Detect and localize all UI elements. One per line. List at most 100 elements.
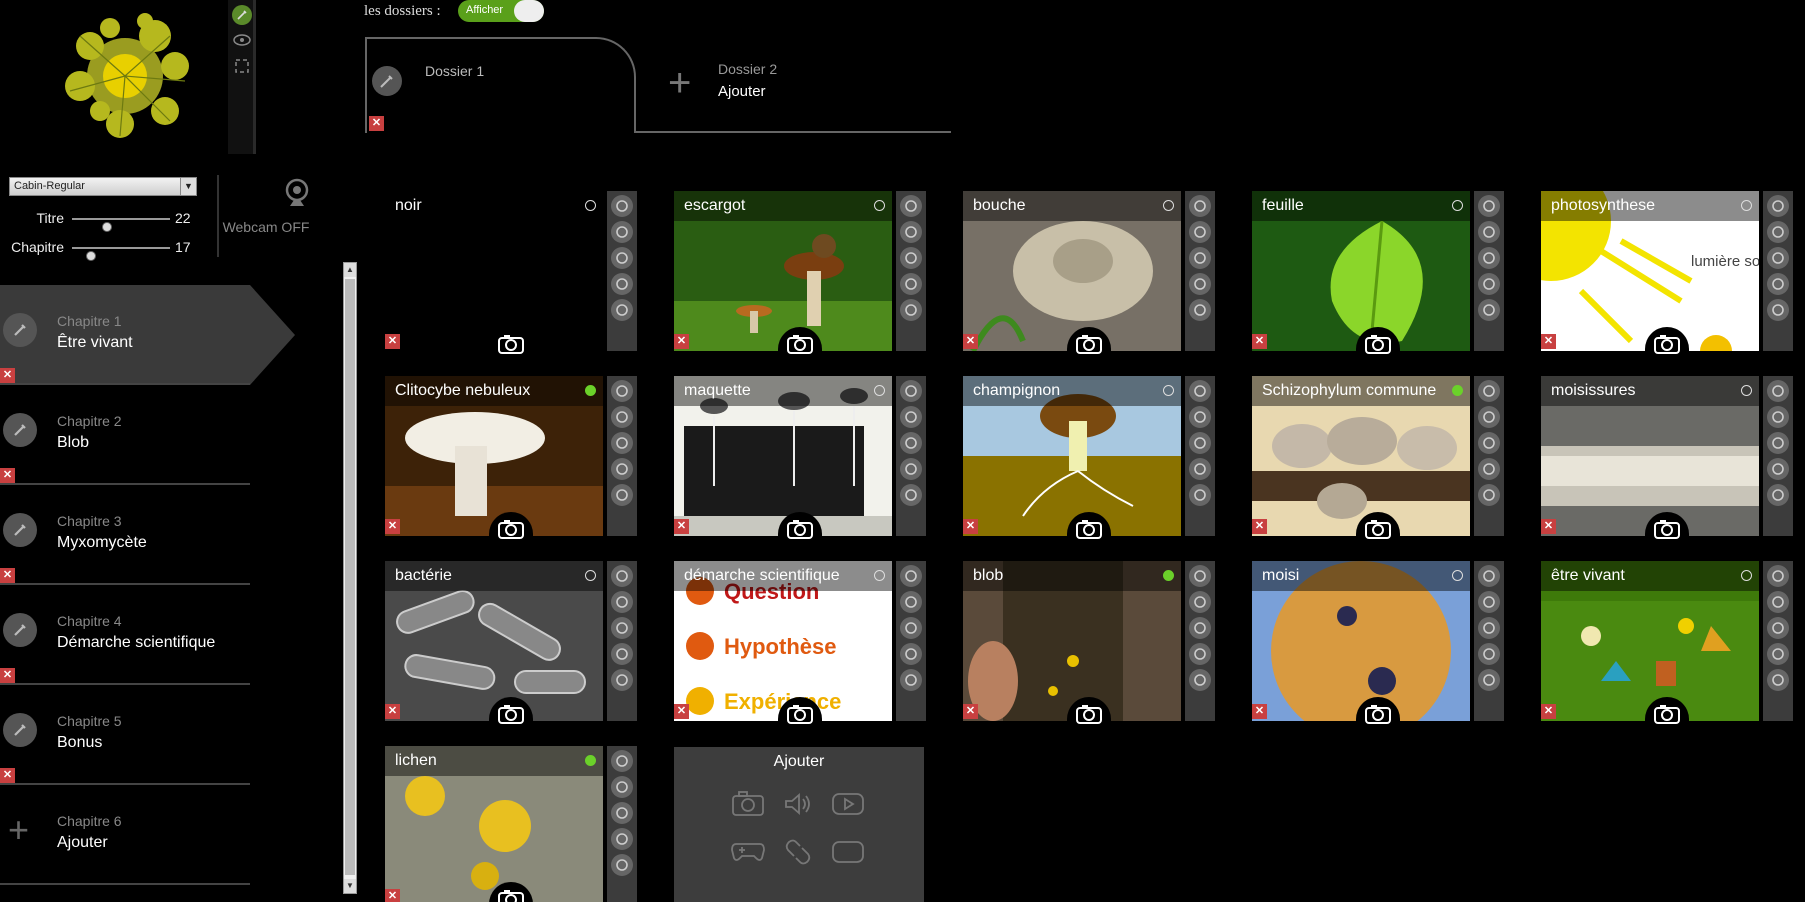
delete-icon[interactable]: ✕ [674, 334, 689, 349]
slider-thumb[interactable] [86, 251, 97, 261]
edit-icon[interactable] [900, 565, 922, 587]
edit-icon[interactable] [1767, 565, 1789, 587]
edit-icon[interactable] [1189, 565, 1211, 587]
pencil-icon[interactable] [1478, 406, 1500, 428]
status-dot[interactable] [874, 385, 885, 396]
settings-icon[interactable] [611, 669, 633, 691]
settings-icon[interactable] [1189, 484, 1211, 506]
fullscreen-icon[interactable] [900, 273, 922, 295]
status-dot[interactable] [1163, 200, 1174, 211]
delete-icon[interactable]: ✕ [385, 889, 400, 902]
edit-icon[interactable] [1767, 380, 1789, 402]
media-card[interactable]: Schizophylum commune ✕ [1252, 376, 1504, 546]
link-icon[interactable] [778, 837, 818, 867]
status-dot[interactable] [1741, 385, 1752, 396]
chapter-scrollbar[interactable]: ▲ ▼ [343, 262, 357, 894]
delete-icon[interactable]: ✕ [674, 704, 689, 719]
settings-icon[interactable] [1189, 299, 1211, 321]
status-dot[interactable] [874, 200, 885, 211]
fullscreen-icon[interactable] [1189, 458, 1211, 480]
delete-icon[interactable]: ✕ [0, 368, 15, 383]
settings-icon[interactable] [900, 669, 922, 691]
media-card[interactable]: Question Hypothèse Expérience démarche scie… [674, 561, 926, 731]
slider-thumb[interactable] [101, 222, 112, 232]
eye-icon[interactable] [611, 247, 633, 269]
media-card[interactable]: Clitocybe nebuleux ✕ [385, 376, 637, 546]
edit-icon[interactable] [1478, 565, 1500, 587]
pencil-icon[interactable] [900, 591, 922, 613]
fullscreen-icon[interactable] [900, 643, 922, 665]
settings-icon[interactable] [611, 854, 633, 876]
eye-icon[interactable] [1189, 617, 1211, 639]
delete-icon[interactable]: ✕ [963, 334, 978, 349]
delete-icon[interactable]: ✕ [674, 519, 689, 534]
delete-icon[interactable]: ✕ [0, 768, 15, 783]
eye-icon[interactable] [1189, 247, 1211, 269]
camera-icon[interactable] [728, 789, 768, 819]
delete-icon[interactable]: ✕ [963, 519, 978, 534]
settings-icon[interactable] [1478, 669, 1500, 691]
pencil-icon[interactable] [1478, 221, 1500, 243]
settings-icon[interactable] [1189, 669, 1211, 691]
pencil-icon[interactable] [900, 221, 922, 243]
status-dot[interactable] [1452, 200, 1463, 211]
eye-icon[interactable] [900, 432, 922, 454]
status-dot[interactable] [1452, 385, 1463, 396]
eye-icon[interactable] [1478, 247, 1500, 269]
status-dot[interactable] [1741, 570, 1752, 581]
eye-icon[interactable] [232, 30, 252, 50]
media-card[interactable]: bouche ✕ [963, 191, 1215, 361]
media-card[interactable]: noir ✕ [385, 191, 637, 361]
status-dot[interactable] [874, 570, 885, 581]
pencil-icon[interactable] [1767, 221, 1789, 243]
media-card[interactable]: blob ✕ [963, 561, 1215, 731]
media-card[interactable]: champignon ✕ [963, 376, 1215, 546]
slider-track[interactable] [72, 247, 170, 261]
delete-icon[interactable]: ✕ [1541, 704, 1556, 719]
edit-icon[interactable] [611, 195, 633, 217]
eye-icon[interactable] [611, 802, 633, 824]
status-dot[interactable] [1163, 570, 1174, 581]
fullscreen-icon[interactable] [1767, 458, 1789, 480]
fullscreen-icon[interactable] [611, 828, 633, 850]
fullscreen-icon[interactable] [611, 458, 633, 480]
pencil-icon[interactable] [900, 406, 922, 428]
pencil-icon[interactable] [611, 406, 633, 428]
eye-icon[interactable] [900, 617, 922, 639]
fullscreen-icon[interactable] [1189, 273, 1211, 295]
media-card[interactable]: moisissures ✕ [1541, 376, 1793, 546]
pencil-icon[interactable] [1189, 591, 1211, 613]
status-dot[interactable] [585, 570, 596, 581]
chapter-item[interactable]: Chapitre 4 Démarche scientifique ✕ [0, 585, 250, 685]
edit-icon[interactable] [900, 195, 922, 217]
fullscreen-icon[interactable] [611, 643, 633, 665]
eye-icon[interactable] [611, 432, 633, 454]
settings-icon[interactable] [611, 484, 633, 506]
eye-icon[interactable] [1478, 432, 1500, 454]
chapter-item[interactable]: Chapitre 5 Bonus ✕ [0, 685, 250, 785]
font-select[interactable]: Cabin-Regular ▼ [9, 177, 197, 196]
fullscreen-icon[interactable] [1767, 273, 1789, 295]
pencil-icon[interactable] [1767, 406, 1789, 428]
status-dot[interactable] [1452, 570, 1463, 581]
status-dot[interactable] [585, 385, 596, 396]
fullscreen-icon[interactable] [900, 458, 922, 480]
pencil-icon[interactable] [611, 221, 633, 243]
edit-icon[interactable] [1767, 195, 1789, 217]
edit-icon[interactable] [3, 313, 37, 347]
pencil-icon[interactable] [1767, 591, 1789, 613]
chapter-item[interactable]: + Chapitre 6 Ajouter [0, 785, 250, 885]
chapter-item[interactable]: Chapitre 3 Myxomycète ✕ [0, 485, 250, 585]
edit-icon[interactable] [1478, 195, 1500, 217]
edit-icon[interactable] [3, 713, 37, 747]
fullscreen-icon[interactable] [1189, 643, 1211, 665]
edit-icon[interactable] [3, 613, 37, 647]
fullscreen-icon[interactable] [611, 273, 633, 295]
settings-icon[interactable] [900, 299, 922, 321]
media-card[interactable]: moisi ✕ [1252, 561, 1504, 731]
settings-icon[interactable] [611, 299, 633, 321]
video-icon[interactable] [828, 789, 868, 819]
eye-icon[interactable] [1767, 617, 1789, 639]
edit-icon[interactable] [900, 380, 922, 402]
pencil-icon[interactable] [611, 591, 633, 613]
